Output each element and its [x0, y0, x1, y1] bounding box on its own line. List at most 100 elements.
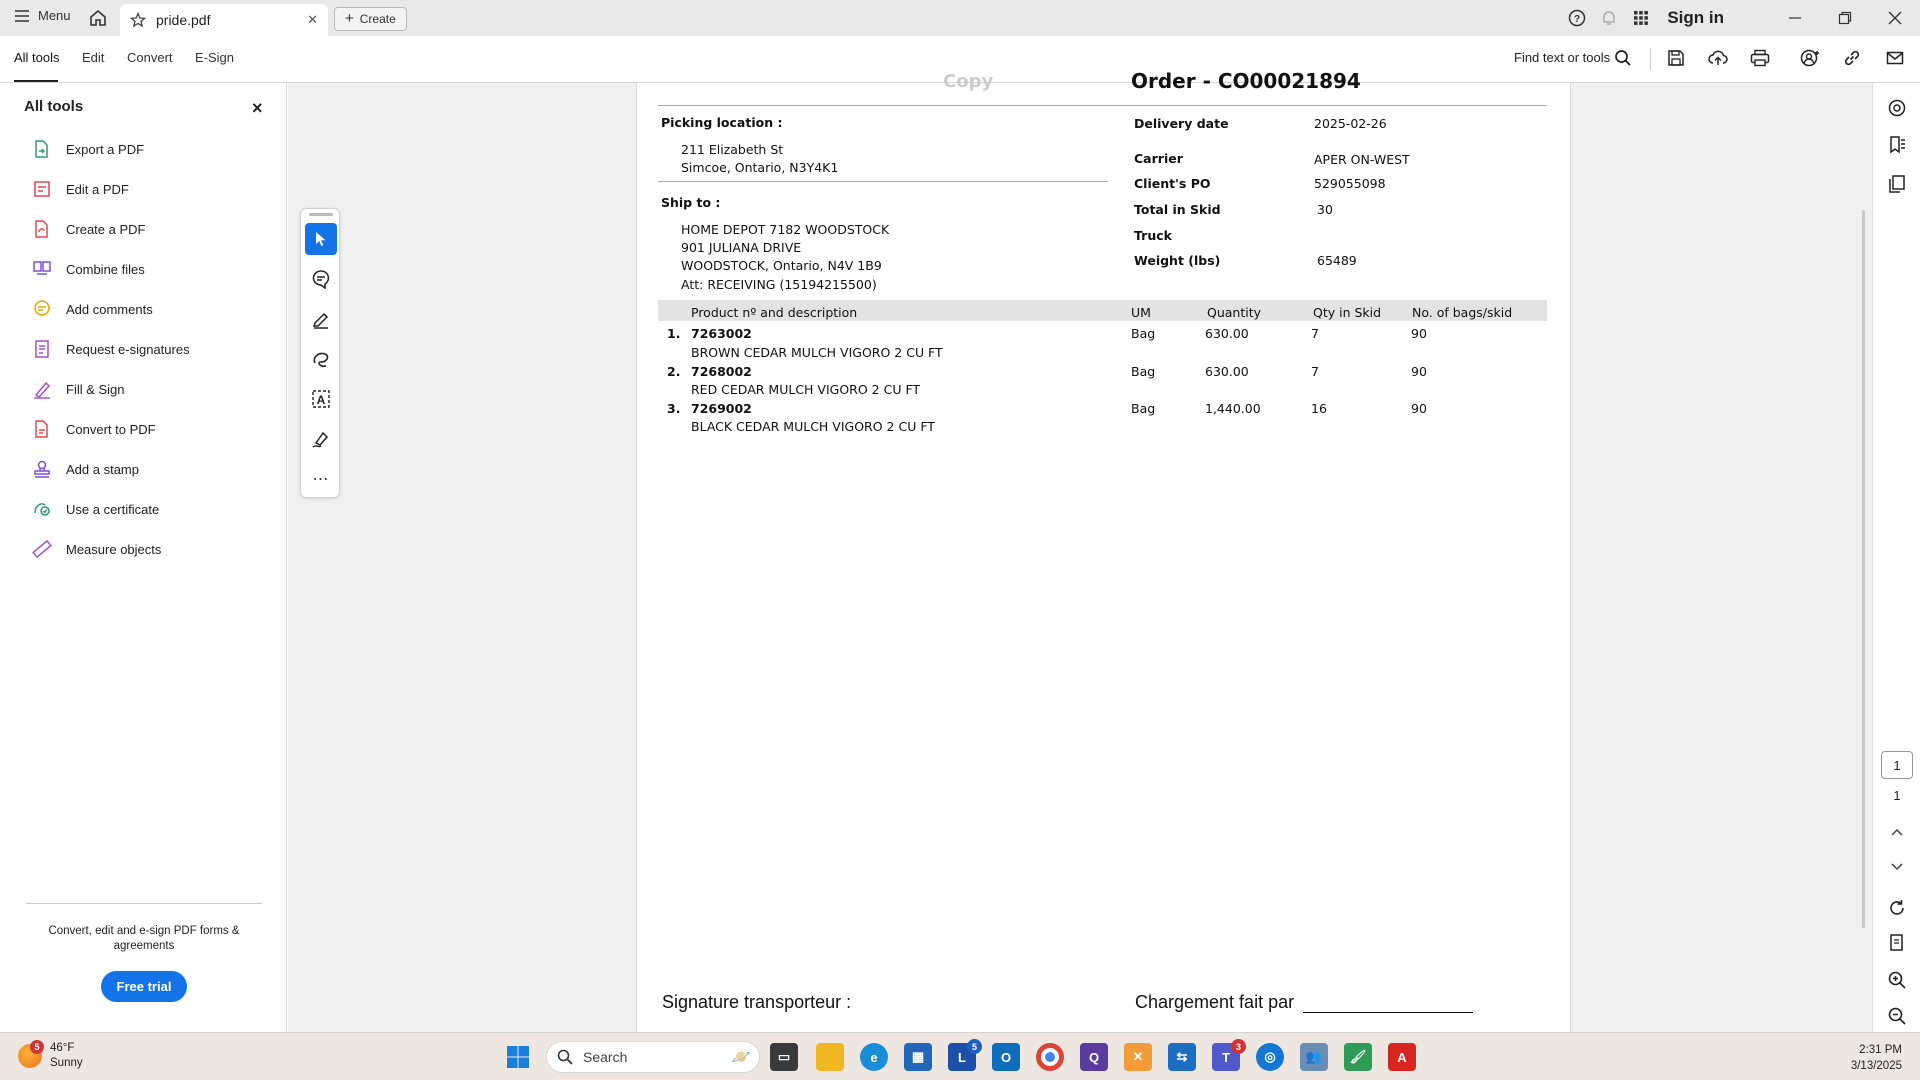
field-value: APER ON-WEST: [1314, 152, 1410, 167]
print-icon[interactable]: [1750, 49, 1770, 67]
x-app-button[interactable]: ✕: [1124, 1043, 1152, 1071]
sign-in-link[interactable]: Sign in: [1667, 8, 1724, 28]
chevron-up-icon[interactable]: [1887, 824, 1907, 840]
tool-item[interactable]: Add comments: [32, 296, 153, 322]
menu-button[interactable]: Menu: [14, 8, 71, 23]
help-button[interactable]: ?: [1561, 9, 1593, 27]
text-tool-button[interactable]: A: [305, 383, 337, 415]
tool-item-label: Export a PDF: [66, 141, 145, 157]
file-explorer-button[interactable]: [816, 1043, 844, 1071]
tab-all-tools[interactable]: All tools: [14, 50, 60, 65]
store-button[interactable]: ▦: [904, 1043, 932, 1071]
share-user-icon[interactable]: [1800, 49, 1820, 67]
zoom-out-icon[interactable]: [1887, 1006, 1907, 1026]
tool-item-label: Measure objects: [66, 541, 162, 557]
create-button[interactable]: + Create: [334, 7, 407, 31]
page-display-icon[interactable]: [1887, 933, 1907, 953]
app-badge: 5: [967, 1039, 982, 1054]
teams-button[interactable]: T3: [1212, 1039, 1246, 1071]
tab-close-icon[interactable]: ✕: [307, 12, 318, 28]
home-button[interactable]: [88, 8, 108, 28]
weather-condition: Sunny: [50, 1057, 83, 1069]
highlight-tool-button[interactable]: [305, 303, 337, 335]
vertical-scrollbar[interactable]: [1862, 210, 1865, 928]
sign-tool-button[interactable]: [305, 423, 337, 455]
panel-close-icon[interactable]: ×: [252, 99, 263, 117]
zoom-in-icon[interactable]: [1887, 970, 1907, 990]
restore-button[interactable]: [1820, 11, 1870, 25]
tab-convert[interactable]: Convert: [127, 50, 173, 65]
windows-taskbar: 5 46°F Sunny Search 🪐 ▭ e ▦ L5 O Q ✕ ⇆ T…: [0, 1032, 1920, 1080]
save-icon[interactable]: [1667, 49, 1685, 67]
star-icon[interactable]: [130, 12, 146, 28]
field-label: Total in Skid: [1134, 202, 1221, 217]
system-clock[interactable]: 2:31 PM 3/13/2025: [1820, 1042, 1902, 1074]
tool-item[interactable]: Fill & Sign: [32, 376, 125, 402]
bags-per-skid: 90: [1411, 364, 1427, 379]
convert-pdf-icon: [35, 420, 48, 438]
chevron-down-icon[interactable]: [1887, 859, 1907, 875]
weather-widget[interactable]: 5 46°F Sunny: [18, 1040, 83, 1071]
column-header: UM: [1131, 305, 1151, 320]
paint-app-button[interactable]: 🖌: [1344, 1043, 1372, 1071]
users-app-button[interactable]: 👥: [1300, 1043, 1328, 1071]
draw-tool-button[interactable]: [305, 343, 337, 375]
tool-item[interactable]: Request e-signatures: [32, 336, 190, 362]
field-label: Carrier: [1134, 151, 1183, 166]
email-icon[interactable]: [1886, 49, 1904, 67]
task-view-icon: ▭: [777, 1049, 791, 1064]
search-icon[interactable]: [1614, 49, 1632, 67]
document-tab[interactable]: pride.pdf ✕: [120, 4, 328, 36]
outlook-button[interactable]: O: [992, 1043, 1020, 1071]
acrobat-button[interactable]: A: [1388, 1043, 1416, 1071]
close-window-button[interactable]: [1870, 11, 1920, 25]
tool-item[interactable]: Create a PDF: [32, 216, 145, 242]
task-view-button[interactable]: ▭: [770, 1043, 798, 1071]
order-title: Order - CO00021894: [1131, 69, 1361, 93]
tool-item[interactable]: Combine files: [32, 256, 145, 282]
apps-button[interactable]: [1625, 10, 1657, 26]
comment-tool-button[interactable]: [305, 263, 337, 295]
lexique-app-button[interactable]: L5: [948, 1039, 982, 1071]
tool-item[interactable]: Add a stamp: [32, 456, 139, 482]
spiral-app-button[interactable]: ◎: [1256, 1043, 1284, 1071]
tool-item[interactable]: Edit a PDF: [32, 176, 129, 202]
q-app-icon: Q: [1088, 1049, 1100, 1065]
tab-esign[interactable]: E-Sign: [195, 50, 234, 65]
page-number-input[interactable]: 1: [1881, 751, 1913, 779]
free-trial-button[interactable]: Free trial: [101, 971, 187, 1002]
tab-edit[interactable]: Edit: [82, 50, 104, 65]
quantity: 630.00: [1205, 326, 1249, 341]
create-pdf-icon: [35, 220, 48, 238]
users-icon: 👥: [1305, 1049, 1323, 1064]
unit-of-measure: Bag: [1131, 326, 1156, 341]
link-icon[interactable]: [1843, 49, 1861, 67]
pages-icon[interactable]: [1887, 174, 1907, 194]
notifications-button[interactable]: [1593, 9, 1625, 27]
chrome-button[interactable]: [1036, 1043, 1064, 1071]
edge-button[interactable]: e: [860, 1043, 888, 1071]
fill-sign-icon: [34, 381, 51, 399]
remote-app-button[interactable]: ⇆: [1168, 1043, 1196, 1071]
find-text-button[interactable]: Find text or tools: [1514, 50, 1610, 65]
loaded-by-label: Chargement fait par: [1135, 992, 1295, 1012]
svg-text:A: A: [317, 393, 326, 407]
tool-item[interactable]: Export a PDF: [32, 136, 144, 162]
tool-item-label: Convert to PDF: [66, 421, 156, 437]
start-button[interactable]: [504, 1043, 532, 1071]
drag-handle[interactable]: [309, 213, 333, 216]
ai-assistant-icon[interactable]: [1887, 98, 1907, 118]
add-comments-icon: [34, 300, 50, 316]
taskbar-search[interactable]: Search 🪐: [546, 1041, 760, 1073]
minimize-button[interactable]: [1770, 11, 1820, 25]
q-app-button[interactable]: Q: [1080, 1043, 1108, 1071]
refresh-icon[interactable]: [1887, 898, 1907, 918]
bookmark-icon[interactable]: [1887, 135, 1907, 155]
upload-cloud-icon[interactable]: [1708, 49, 1728, 67]
tool-item[interactable]: Convert to PDF: [32, 416, 156, 442]
restore-icon: [1838, 11, 1852, 25]
tool-item[interactable]: Measure objects: [32, 536, 161, 562]
tool-item[interactable]: Use a certificate: [32, 496, 159, 522]
more-tools-button[interactable]: ⋯: [305, 463, 337, 495]
select-tool-button[interactable]: [305, 223, 337, 255]
